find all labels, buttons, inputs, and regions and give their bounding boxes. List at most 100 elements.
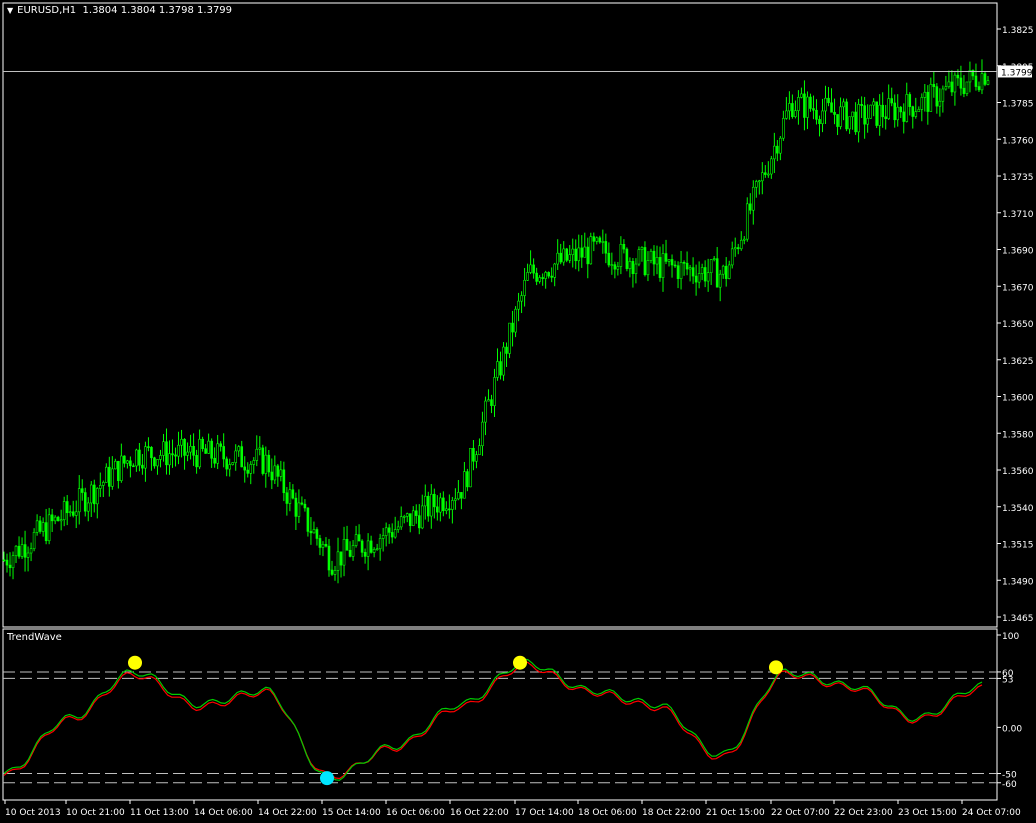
candle-body (884, 116, 887, 119)
candle-body (120, 455, 123, 481)
candle-body (436, 506, 439, 513)
candle-body (848, 116, 851, 130)
candle-body (926, 91, 930, 112)
price-tick-label: 1.3580 (1002, 430, 1034, 440)
candle-body (228, 464, 231, 470)
candle-body (881, 104, 884, 118)
candle-body (899, 106, 903, 113)
candle-body (526, 272, 529, 281)
price-tick-label: 1.3560 (1002, 467, 1034, 477)
signal-dot-top (128, 655, 142, 670)
candle-body (496, 361, 499, 378)
candle-body (354, 534, 358, 546)
candle-body (806, 96, 809, 118)
candle-body (932, 84, 936, 87)
candle-body (23, 544, 27, 558)
candle-body (186, 451, 189, 456)
symbol-timeframe: EURUSD,H1 (17, 5, 77, 16)
candle-body (529, 264, 532, 273)
indicator-tick-label: 0.00 (1002, 724, 1022, 734)
candle-body (547, 272, 550, 277)
candle-body (56, 516, 60, 522)
candle-body (580, 247, 584, 258)
candle-body (5, 559, 9, 566)
candle-body (568, 254, 572, 261)
candle-body (598, 237, 602, 243)
candle-body (851, 111, 854, 118)
price-panel-frame (2, 2, 998, 628)
candle-body (911, 106, 915, 117)
candle-body (372, 549, 376, 553)
candle-body (430, 493, 433, 517)
candle-body (902, 111, 906, 122)
candle-body (35, 520, 39, 533)
price-tick-label: 1.3760 (1002, 136, 1034, 146)
chart-header: ▼ EURUSD,H1 1.3804 1.3804 1.3798 1.3799 (7, 5, 232, 16)
candle-body (478, 445, 481, 455)
candle-body (393, 529, 397, 538)
candle-body (592, 236, 596, 242)
candle-body (108, 466, 111, 487)
candle-body (523, 279, 526, 296)
candle-body (408, 513, 412, 526)
candle-body (776, 145, 779, 154)
candle-body (670, 259, 674, 266)
time-tick-label: 18 Oct 22:00 (642, 808, 701, 818)
candle-body (32, 532, 36, 550)
dropdown-triangle-icon[interactable]: ▼ (7, 6, 13, 15)
candle-body (914, 111, 918, 117)
candle-body (159, 455, 162, 460)
candle-body (628, 261, 632, 269)
time-tick-label: 23 Oct 15:00 (898, 808, 957, 818)
candle-body (312, 529, 316, 534)
candle-body (83, 492, 87, 512)
candle-body (836, 114, 839, 127)
candle-body (715, 258, 719, 288)
candle-body (417, 515, 421, 529)
candle-body (153, 457, 156, 467)
candle-body (842, 101, 845, 108)
chart-canvas[interactable]: 1.38251.38051.37851.37601.37351.37101.36… (0, 0, 1036, 819)
candle-body (411, 510, 415, 526)
candle-body (141, 464, 144, 469)
candle-body (318, 538, 322, 548)
candle-body (947, 81, 951, 87)
time-tick-label: 15 Oct 14:00 (322, 808, 381, 818)
candle-body (631, 261, 635, 274)
candle-body (402, 516, 406, 518)
candle-body (95, 488, 99, 505)
candle-body (724, 265, 728, 279)
candle-body (833, 111, 836, 115)
time-tick-label: 10 Oct 21:00 (66, 808, 125, 818)
candle-body (165, 441, 168, 466)
candle-body (288, 489, 292, 504)
mt4-chart-window[interactable]: 1.38251.38051.37851.37601.37351.37101.36… (0, 0, 1036, 819)
candle-body (442, 497, 445, 512)
candle-body (439, 497, 442, 513)
candle-body (89, 484, 93, 504)
candle-body (174, 454, 177, 457)
price-tick-label: 1.3785 (1002, 100, 1034, 110)
candle-body (818, 119, 821, 125)
candle-body (688, 267, 692, 270)
candle-body (685, 262, 689, 270)
candle-body (785, 110, 788, 119)
candle-body (138, 449, 141, 466)
candle-body (225, 458, 228, 470)
candle-body (733, 247, 737, 250)
candle-body (390, 532, 394, 538)
candle-body (258, 447, 262, 450)
candle-body (694, 275, 698, 283)
candle-body (968, 70, 972, 83)
candle-body (348, 549, 352, 557)
candle-body (718, 273, 722, 288)
candle-body (562, 248, 566, 263)
candle-body (414, 510, 418, 516)
candle-body (541, 277, 544, 279)
candle-body (887, 98, 890, 119)
candle-body (111, 468, 114, 487)
candle-body (661, 253, 665, 278)
candle-body (315, 529, 319, 539)
candle-body (234, 450, 238, 463)
candle-body (908, 94, 912, 107)
